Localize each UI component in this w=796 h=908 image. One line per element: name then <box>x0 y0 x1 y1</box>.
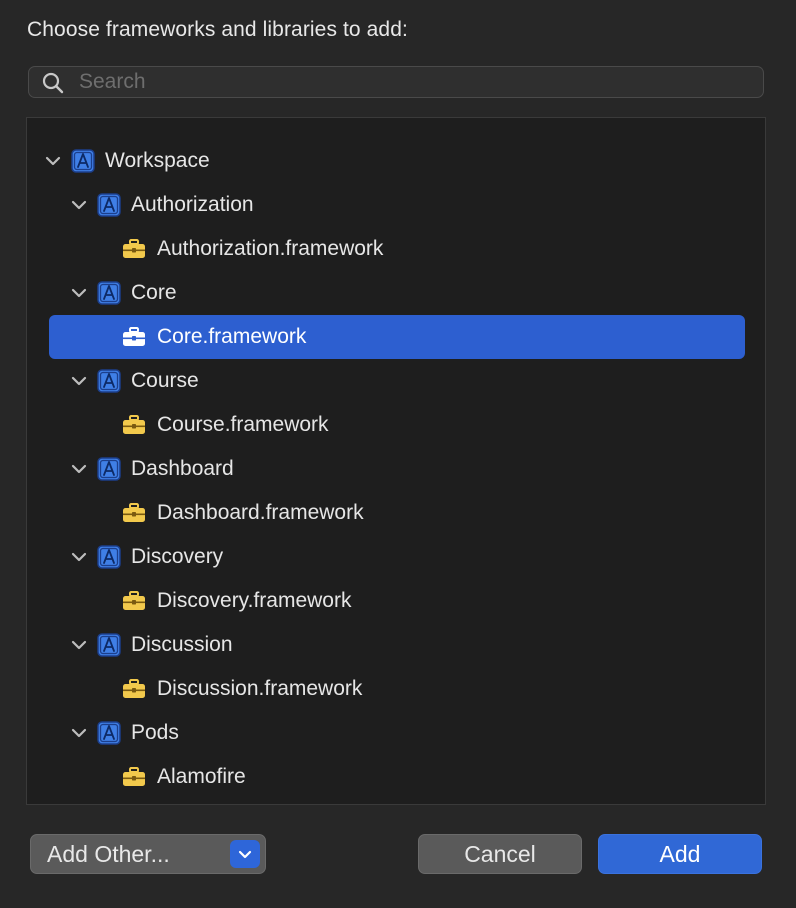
search-input[interactable] <box>79 67 749 97</box>
tree-row[interactable]: Authorization.framework <box>49 227 745 271</box>
tree-row-label: Alamofire <box>157 765 246 788</box>
tree-row-label: Core.framework <box>157 325 307 348</box>
xcode-project-icon <box>96 456 122 482</box>
xcode-project-icon <box>96 368 122 394</box>
tree-row[interactable]: Dashboard <box>49 447 745 491</box>
tree-row-label: Authorization.framework <box>157 237 384 260</box>
chevron-down-icon[interactable] <box>69 635 89 655</box>
chevron-down-icon[interactable] <box>69 723 89 743</box>
tree-row-label: Pods <box>131 721 179 744</box>
tree-row[interactable]: Course.framework <box>49 403 745 447</box>
chevron-down-icon[interactable] <box>69 459 89 479</box>
xcode-project-icon <box>70 148 96 174</box>
tree-row-label: Discussion <box>131 633 233 656</box>
chevron-down-icon[interactable] <box>69 283 89 303</box>
xcode-project-icon <box>96 544 122 570</box>
tree-row[interactable]: Pods <box>49 711 745 755</box>
tree-row[interactable]: Discovery.framework <box>49 579 745 623</box>
tree-row[interactable]: Authorization <box>49 183 745 227</box>
add-other-dropdown[interactable] <box>230 840 260 868</box>
chevron-down-icon <box>238 850 252 859</box>
tree-row[interactable]: Discussion.framework <box>49 667 745 711</box>
tree-row-label: Authorization <box>131 193 254 216</box>
toolbox-icon <box>121 324 147 350</box>
toolbox-icon <box>121 588 147 614</box>
toolbox-icon <box>121 676 147 702</box>
search-field[interactable] <box>28 66 764 98</box>
chevron-down-icon[interactable] <box>69 195 89 215</box>
chevron-down-icon[interactable] <box>69 547 89 567</box>
tree-row[interactable]: Course <box>49 359 745 403</box>
add-button[interactable]: Add <box>598 834 762 874</box>
tree-row[interactable]: Core <box>49 271 745 315</box>
framework-tree[interactable]: Workspace Authorization Authorization.fram… <box>26 117 766 805</box>
toolbox-icon <box>121 412 147 438</box>
chevron-down-icon[interactable] <box>69 371 89 391</box>
tree-row-label: Course.framework <box>157 413 329 436</box>
tree-row-label: Core <box>131 281 177 304</box>
cancel-button[interactable]: Cancel <box>418 834 582 874</box>
tree-row-label: Discovery <box>131 545 224 568</box>
toolbox-icon <box>121 500 147 526</box>
add-frameworks-dialog: Choose frameworks and libraries to add: … <box>0 0 796 908</box>
xcode-project-icon <box>96 280 122 306</box>
tree-row-label: Workspace <box>105 149 210 172</box>
tree-row-label: Course <box>131 369 199 392</box>
add-other-button[interactable]: Add Other... <box>30 834 266 874</box>
tree-row-label: Dashboard.framework <box>157 501 364 524</box>
add-other-label: Add Other... <box>47 841 170 867</box>
dialog-heading: Choose frameworks and libraries to add: <box>27 18 408 41</box>
tree-row[interactable]: Core.framework <box>49 315 745 359</box>
tree-row-label: Discovery.framework <box>157 589 352 612</box>
xcode-project-icon <box>96 720 122 746</box>
tree-row[interactable]: Alamofire <box>49 755 745 799</box>
tree-row-label: Dashboard <box>131 457 234 480</box>
chevron-down-icon[interactable] <box>43 151 63 171</box>
tree-row[interactable]: Workspace <box>45 139 745 183</box>
toolbox-icon <box>121 764 147 790</box>
tree-row-label: Discussion.framework <box>157 677 363 700</box>
tree-row[interactable]: Discussion <box>49 623 745 667</box>
tree-row[interactable]: Dashboard.framework <box>49 491 745 535</box>
toolbox-icon <box>121 236 147 262</box>
xcode-project-icon <box>96 632 122 658</box>
xcode-project-icon <box>96 192 122 218</box>
search-icon <box>41 71 65 95</box>
tree-row[interactable]: Discovery <box>49 535 745 579</box>
